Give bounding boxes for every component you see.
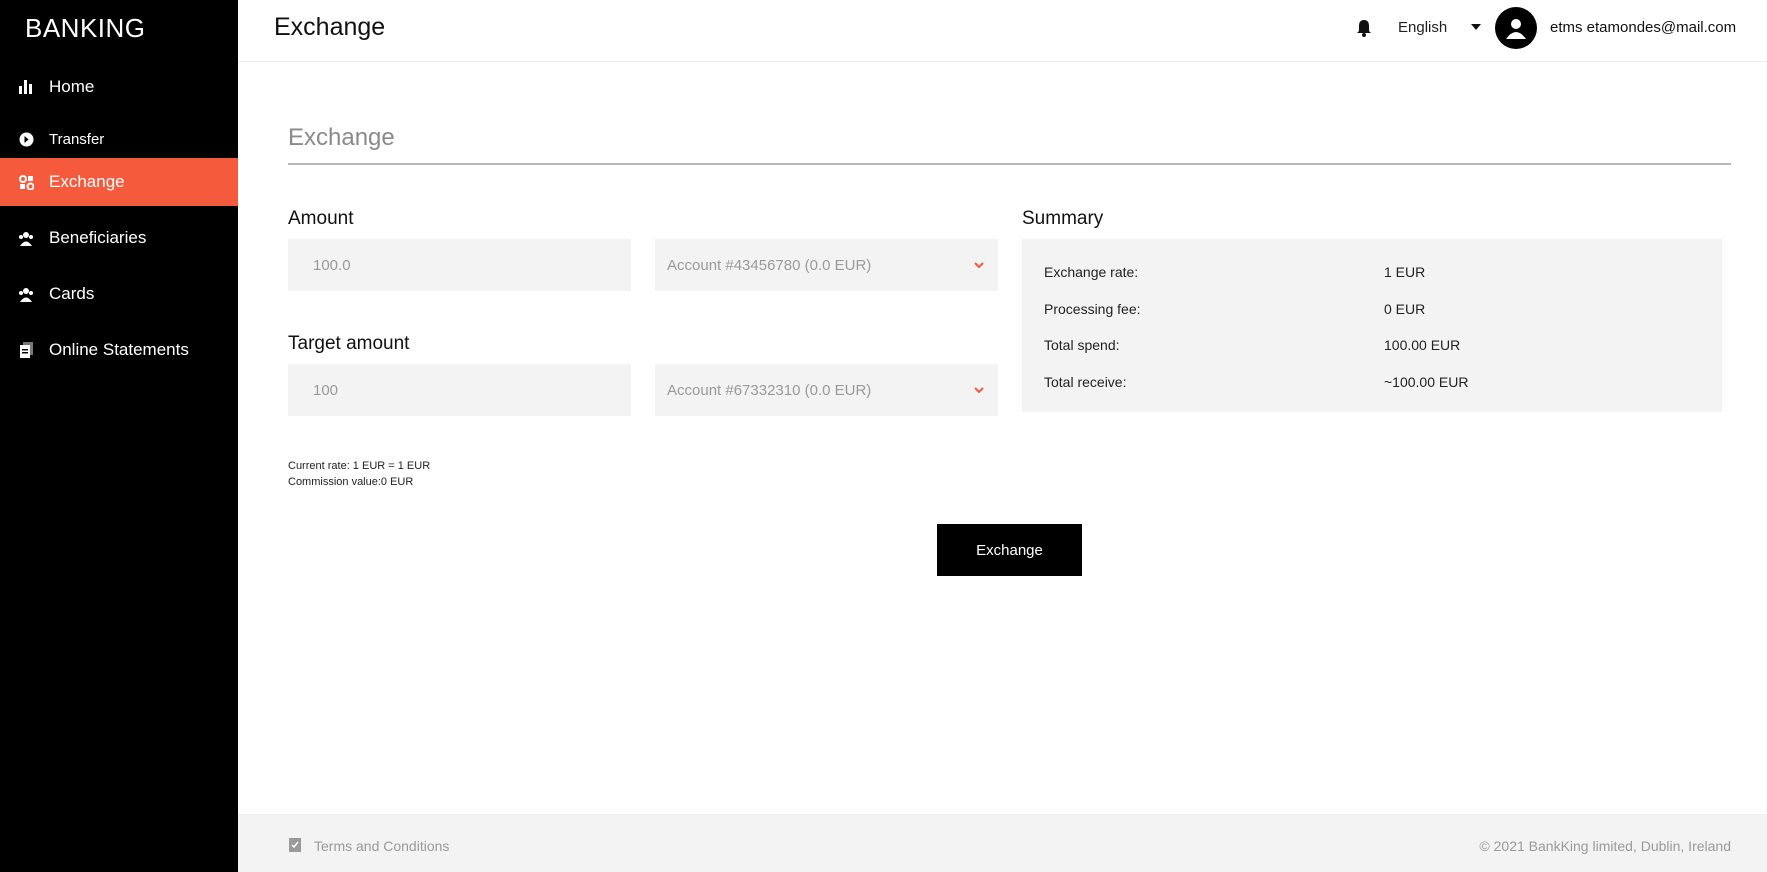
summary-row-value: 1 EUR [1384, 264, 1426, 280]
summary-row-label: Exchange rate: [1044, 264, 1139, 280]
sidebar-item-label: Transfer [49, 130, 105, 148]
user-email[interactable]: etms etamondes@mail.com [1550, 19, 1736, 36]
sidebar-item-beneficiaries[interactable]: Beneficiaries [0, 214, 238, 262]
exchange-button[interactable]: Exchange [937, 524, 1082, 576]
sidebar-item-label: Online Statements [49, 340, 189, 359]
footer: Terms and Conditions © 2021 BankKing lim… [238, 814, 1767, 872]
section-title: Exchange [288, 124, 395, 151]
copyright-text: © 2021 BankKing limited, Dublin, Ireland [1479, 838, 1731, 854]
sidebar: BANKING Home Transfer Exchange Beneficia… [0, 0, 238, 872]
summary-row-label: Total spend: [1044, 337, 1120, 353]
sidebar-item-exchange[interactable]: Exchange [0, 158, 238, 206]
summary-row-value: 0 EUR [1384, 301, 1426, 317]
sidebar-item-label: Home [49, 77, 95, 96]
sidebar-item-label: Beneficiaries [49, 228, 147, 247]
bell-icon[interactable] [1354, 18, 1374, 38]
chevron-down-icon [974, 387, 984, 394]
summary-title: Summary [1022, 208, 1104, 229]
source-account-select[interactable]: Account #43456780 (0.0 EUR) [655, 239, 998, 291]
amount-label: Amount [288, 208, 354, 229]
arrow-circle-icon [18, 131, 34, 147]
exchange-icon [18, 174, 34, 190]
terms-link[interactable]: Terms and Conditions [314, 838, 449, 854]
amount-input[interactable]: 100.0 [288, 239, 631, 291]
bar-chart-icon [18, 79, 34, 95]
source-account-value: Account #43456780 (0.0 EUR) [667, 256, 872, 274]
sidebar-item-online-statements[interactable]: Online Statements [0, 326, 238, 374]
current-rate-note: Current rate: 1 EUR = 1 EUR [288, 460, 431, 472]
people-icon [18, 286, 34, 302]
checklist-icon [289, 838, 301, 852]
user-icon [1506, 19, 1526, 39]
language-select[interactable]: English [1398, 19, 1447, 36]
summary-row-label: Total receive: [1044, 374, 1127, 390]
sidebar-item-home[interactable]: Home [0, 63, 238, 111]
sidebar-item-label: Exchange [49, 172, 125, 191]
document-icon [18, 342, 34, 358]
summary-row-value: 100.00 EUR [1384, 337, 1461, 353]
sidebar-item-transfer[interactable]: Transfer [0, 115, 238, 163]
section-divider [288, 163, 1731, 165]
target-amount-input[interactable]: 100 [288, 364, 631, 416]
top-header: Exchange English etms etamondes@mail.com [238, 0, 1767, 62]
sidebar-item-cards[interactable]: Cards [0, 270, 238, 318]
summary-row-label: Processing fee: [1044, 301, 1141, 317]
people-icon [18, 230, 34, 246]
caret-down-icon[interactable] [1471, 24, 1481, 30]
target-amount-label: Target amount [288, 333, 410, 354]
commission-note: Commission value:0 EUR [288, 476, 414, 488]
summary-panel: Exchange rate: 1 EUR Processing fee: 0 E… [1022, 239, 1722, 412]
logo[interactable]: BANKING [25, 13, 146, 43]
page-title: Exchange [274, 13, 386, 41]
sidebar-item-label: Cards [49, 284, 95, 303]
summary-row-value: ~100.00 EUR [1384, 374, 1469, 390]
target-account-select[interactable]: Account #67332310 (0.0 EUR) [655, 364, 998, 416]
avatar[interactable] [1495, 7, 1537, 49]
target-account-value: Account #67332310 (0.0 EUR) [667, 381, 872, 399]
chevron-down-icon [974, 262, 984, 269]
